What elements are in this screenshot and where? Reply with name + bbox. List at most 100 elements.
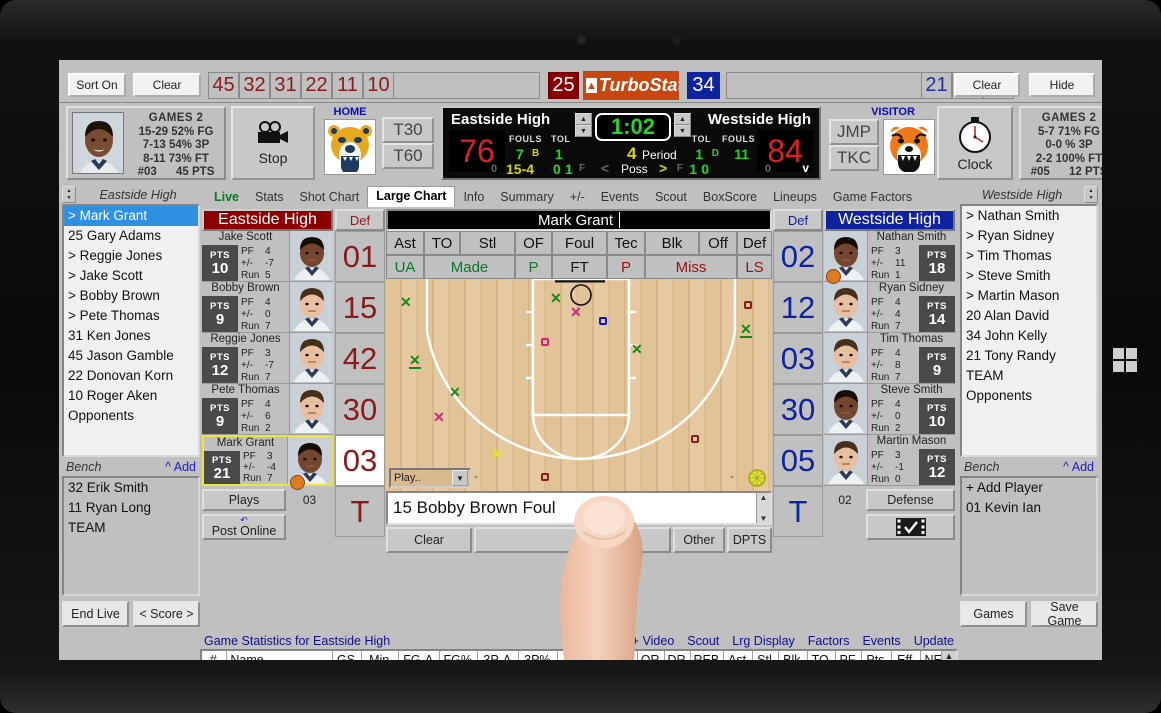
spin-up-icon-2[interactable]: ▲	[674, 113, 691, 125]
right-roster-item-9[interactable]: Opponents	[962, 386, 1096, 406]
spin-down-icon-2[interactable]: ▼	[674, 125, 691, 137]
left-roster-item-8[interactable]: 22 Donovan Korn	[64, 366, 198, 386]
right-bench-item-0[interactable]: + Add Player	[962, 478, 1096, 498]
tab-game-factors[interactable]: Game Factors	[825, 188, 920, 207]
home-possession-number[interactable]: 25	[548, 72, 579, 99]
left-roster-item-2[interactable]: > Reggie Jones	[64, 246, 198, 266]
right-roster-item-8[interactable]: TEAM	[962, 366, 1096, 386]
tab-live[interactable]: Live	[206, 188, 247, 207]
right-roster-item-7[interactable]: 21 Tony Randy	[962, 346, 1096, 366]
left-jersey-30[interactable]: 30	[335, 384, 385, 435]
windows-logo-icon[interactable]	[1113, 348, 1139, 374]
action2-p-4[interactable]: P	[607, 255, 645, 279]
stats-col-3p-a[interactable]: 3P-A	[478, 651, 520, 660]
play-text-field[interactable]: 15 Bobby Brown Foul ▲ ▼	[386, 491, 772, 525]
left-bench-item-0[interactable]: 32 Erik Smith	[64, 478, 198, 498]
tab-scout[interactable]: Scout	[647, 188, 695, 207]
stats-col-reb[interactable]: REB	[691, 651, 725, 660]
away-player-card[interactable]: Steve Smith PF 4 +/- 0 Run 2 PTS 10	[824, 384, 955, 435]
stats-col-gs[interactable]: GS	[333, 651, 363, 660]
stats-col-fg-[interactable]: FG%	[440, 651, 479, 660]
post-online-button[interactable]: ↶ Post Online	[202, 514, 286, 540]
stats-col-ast[interactable]: Ast	[724, 651, 753, 660]
clear-play-button[interactable]: Clear	[386, 527, 472, 553]
statistics-table[interactable]: # Name GS Min FG-A FG% 3P-A 3P% FT-A FT% OR DR REB As…	[200, 649, 958, 660]
stats-col-fg-a[interactable]: FG-A	[399, 651, 441, 660]
chevron-down-icon[interactable]: ▼	[452, 470, 468, 486]
away-player-card[interactable]: Tim Thomas PF 4 +/- 8 Run 7 PTS 9	[824, 333, 955, 384]
left-def-header[interactable]: Def	[335, 209, 385, 231]
away-player-card[interactable]: Nathan Smith PF 3 +/- 11 Run 1 PTS 18	[824, 231, 955, 284]
right-jersey-02[interactable]: 02	[773, 231, 823, 282]
tkc-button[interactable]: TKC	[829, 145, 879, 171]
tab-boxscore[interactable]: BoxScore	[695, 188, 765, 207]
action2-ls-6[interactable]: LS	[737, 255, 772, 279]
action-stl[interactable]: Stl	[460, 231, 515, 255]
home-clock-spinner[interactable]: ▲ ▼	[575, 113, 592, 139]
left-bench-item-2[interactable]: TEAM	[64, 518, 198, 538]
spin-down-icon[interactable]: ▼	[575, 125, 592, 137]
home-number-10[interactable]: 10	[363, 72, 394, 99]
save-game-button[interactable]: Save Game	[1031, 600, 1098, 628]
home-number-31[interactable]: 31	[270, 72, 301, 99]
tab-shot-chart[interactable]: Shot Chart	[292, 188, 368, 207]
right-roster-item-1[interactable]: > Ryan Sidney	[962, 226, 1096, 246]
action-ast[interactable]: Ast	[386, 231, 424, 255]
tab-events[interactable]: Events	[593, 188, 647, 207]
action-blk[interactable]: Blk	[645, 231, 699, 255]
left-roster-item-3[interactable]: > Jake Scott	[64, 266, 198, 286]
poss-right-arrow[interactable]: >	[659, 160, 667, 176]
poss-left-arrow[interactable]: <	[601, 160, 609, 176]
play-text-scrollbar[interactable]: ▲ ▼	[756, 493, 770, 523]
action-tec[interactable]: Tec	[607, 231, 645, 255]
left-bench-list[interactable]: 32 Erik Smith 11 Ryan Long TEAM	[62, 476, 200, 596]
stats-col-blk[interactable]: Blk	[779, 651, 808, 660]
tab-lineups[interactable]: Lineups	[765, 188, 825, 207]
sort-on-button[interactable]: Sort On	[68, 73, 126, 97]
left-roster-spinner[interactable]: ▲ ▼	[62, 186, 76, 203]
visitor-mascot-icon[interactable]	[883, 119, 935, 175]
tab-stats[interactable]: Stats	[247, 188, 292, 207]
stats-col-min[interactable]: Min	[362, 651, 400, 660]
right-roster-list[interactable]: > Nathan Smith > Ryan Sidney > Tim Thomas >…	[960, 204, 1098, 457]
action-foul[interactable]: Foul	[552, 231, 607, 255]
action-def[interactable]: Def	[737, 231, 772, 255]
clock-button[interactable]: Clock	[937, 106, 1013, 180]
left-roster-list[interactable]: > Mark Grant 25 Gary Adams > Reggie Jones >…	[62, 204, 200, 457]
stats-col-pf[interactable]: PF	[836, 651, 863, 660]
stats-link-events[interactable]: Events	[862, 634, 900, 648]
visitor-number-21[interactable]: 21	[921, 72, 952, 99]
defense-button[interactable]: Defense	[866, 489, 955, 511]
active-player-name-field[interactable]: Mark Grant	[386, 209, 772, 231]
game-clock[interactable]: 1:02	[595, 113, 671, 141]
home-number-11[interactable]: 11	[332, 72, 363, 99]
right-def-header[interactable]: Def	[773, 209, 823, 231]
home-number-45[interactable]: 45	[208, 72, 239, 99]
away-player-card[interactable]: Martin Mason PF 3 +/- -1 Run 0 PTS 12	[824, 435, 955, 486]
basketball-icon[interactable]	[748, 469, 766, 487]
plays-button[interactable]: Plays	[202, 489, 286, 511]
home-number-32[interactable]: 32	[239, 72, 270, 99]
clear-right-button[interactable]: Clear	[954, 73, 1020, 97]
right-roster-item-0[interactable]: > Nathan Smith	[962, 206, 1096, 226]
stats-link-scout[interactable]: Scout	[687, 634, 719, 648]
action2-ua-0[interactable]: UA	[386, 255, 424, 279]
left-roster-item-7[interactable]: 45 Jason Gamble	[64, 346, 198, 366]
home-number-22[interactable]: 22	[301, 72, 332, 99]
shot-chart-court[interactable]: ✕ ✕ ✕ ✕ ✕ ✕ ✕ ✕ ✕ - - Play.. ▼	[386, 279, 772, 491]
home-team-logo-box[interactable]: HOME	[320, 106, 380, 180]
stats-col--[interactable]: #	[202, 651, 228, 660]
left-jersey-01[interactable]: 01	[335, 231, 385, 282]
left-bench-add-button[interactable]: ^ Add	[165, 460, 196, 474]
action-off[interactable]: Off	[699, 231, 737, 255]
stats-col-3p-[interactable]: 3P%	[519, 651, 559, 660]
left-roster-item-6[interactable]: 31 Ken Jones	[64, 326, 198, 346]
away-clock-spinner[interactable]: ▲ ▼	[674, 113, 691, 139]
stats-link-update[interactable]: Update	[914, 634, 954, 648]
right-jersey-12[interactable]: 12	[773, 282, 823, 333]
scroll-up-icon[interactable]: ▲	[945, 651, 954, 660]
right-roster-item-2[interactable]: > Tim Thomas	[962, 246, 1096, 266]
stats-link-factors[interactable]: Factors	[808, 634, 850, 648]
action-to[interactable]: TO	[424, 231, 460, 255]
left-roster-item-10[interactable]: Opponents	[64, 406, 198, 426]
